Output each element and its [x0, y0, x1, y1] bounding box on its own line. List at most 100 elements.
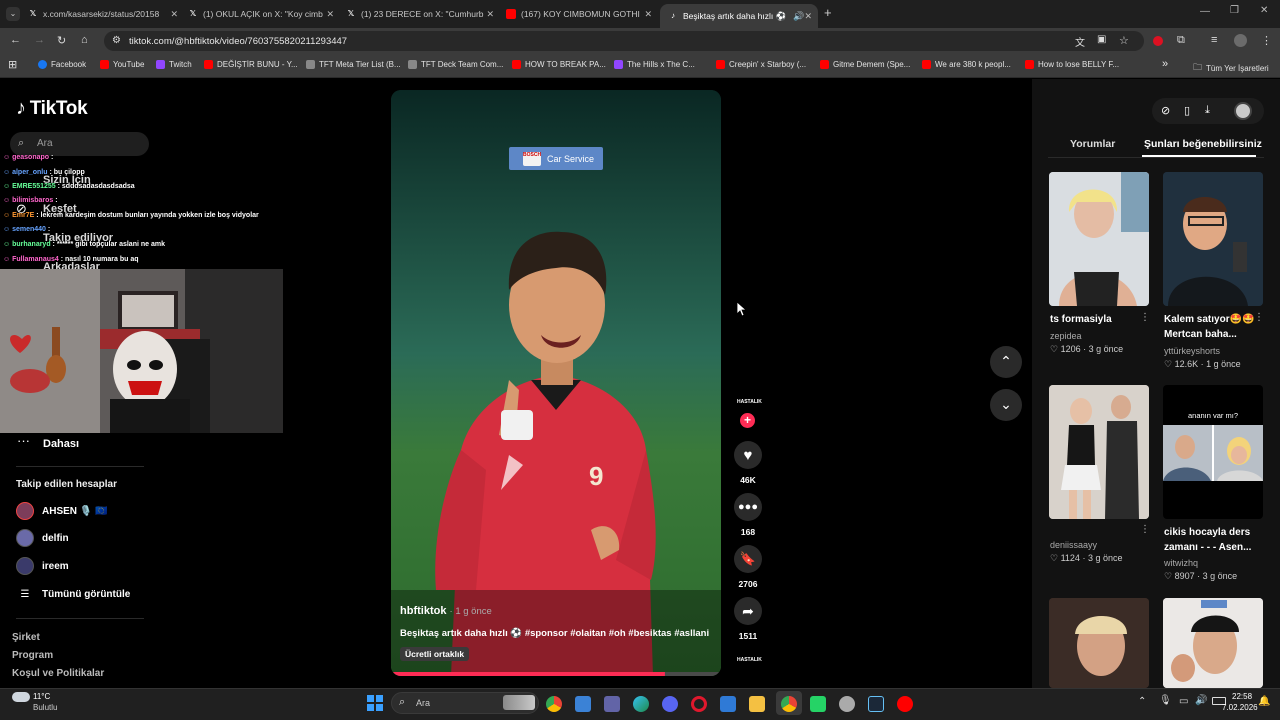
- clock-date[interactable]: 7.02.2026: [1222, 703, 1258, 712]
- weather-temperature[interactable]: 11°C: [33, 692, 50, 701]
- suggested-video-thumbnail[interactable]: ananın var mı?: [1163, 385, 1263, 519]
- tray-expand-icon[interactable]: ⌃: [1138, 696, 1146, 707]
- close-icon[interactable]: ✕: [170, 9, 178, 20]
- share-button[interactable]: ➦: [734, 597, 762, 625]
- bookmark-12[interactable]: How to lose BELLY F...: [1025, 60, 1119, 69]
- close-icon[interactable]: ✕: [644, 9, 652, 20]
- steam-icon[interactable]: [868, 696, 884, 712]
- discord-icon[interactable]: [662, 696, 678, 712]
- footer-link-program[interactable]: Program: [12, 650, 53, 661]
- following-account[interactable]: AHSEN 🎙️ 🇪🇺: [16, 502, 107, 520]
- comment-button[interactable]: ●●●: [734, 493, 762, 521]
- reload-icon[interactable]: ↻: [57, 34, 66, 47]
- close-icon[interactable]: ✕: [486, 9, 494, 20]
- url-text[interactable]: tiktok.com/@hbftiktok/video/760375582021…: [129, 36, 347, 47]
- store-icon[interactable]: [575, 696, 591, 712]
- like-button[interactable]: ♥: [734, 441, 762, 469]
- bookmark-9[interactable]: Creepin' x Starboy (...: [716, 60, 806, 69]
- tiktok-logo[interactable]: ♪ TikTok: [16, 97, 88, 120]
- bookmark-5[interactable]: TFT Meta Tier List (B...: [306, 60, 401, 69]
- tab-you-may-like[interactable]: Şunları beğenebilirsiniz: [1144, 138, 1262, 150]
- translate-icon[interactable]: 文: [1075, 34, 1085, 49]
- sidebar-item-more[interactable]: Dahası: [43, 438, 79, 450]
- user-avatar[interactable]: [1234, 102, 1252, 120]
- following-account[interactable]: delfin: [16, 529, 69, 547]
- suggested-video-thumbnail[interactable]: [1049, 385, 1149, 519]
- close-icon[interactable]: ✕: [804, 11, 812, 22]
- close-window-button[interactable]: ✕: [1260, 5, 1268, 16]
- close-icon[interactable]: ✕: [326, 9, 334, 20]
- video-author[interactable]: hbftiktok · 1 g önce: [400, 605, 492, 617]
- more-options-icon[interactable]: ⋮: [1254, 312, 1264, 323]
- forward-icon[interactable]: →: [34, 34, 45, 46]
- chrome-active-icon[interactable]: [781, 696, 797, 712]
- save-button[interactable]: 🔖: [734, 545, 762, 573]
- start-button[interactable]: [367, 695, 383, 711]
- suggested-video-title[interactable]: cikis hocayla ders zamanı - - - Asen...: [1164, 525, 1264, 555]
- site-info-icon[interactable]: ⚙: [112, 35, 121, 46]
- tab-comments[interactable]: Yorumlar: [1070, 138, 1115, 150]
- tab-3[interactable]: 𝕏 (1) 23 DERECE on X: "Cumhurb ✕: [346, 4, 494, 24]
- clock-time[interactable]: 22:58: [1232, 692, 1252, 701]
- network-icon[interactable]: ▭: [1179, 696, 1188, 707]
- bookmark-10[interactable]: Gitme Demem (Spe...: [820, 60, 910, 69]
- following-account[interactable]: ireem: [16, 557, 69, 575]
- suggested-video-title[interactable]: ts formasiyla: [1050, 312, 1150, 327]
- suggested-video-thumbnail[interactable]: [1049, 598, 1149, 688]
- more-options-icon[interactable]: ⋮: [1140, 524, 1150, 535]
- tab-5-active[interactable]: ♪ Beşiktaş artık daha hızlı ⚽ 🔊 ✕: [660, 4, 818, 28]
- youtube-music-icon[interactable]: [897, 696, 913, 712]
- follow-plus-button[interactable]: +: [740, 413, 755, 428]
- suggested-video-author[interactable]: yttürkeyshorts: [1164, 346, 1220, 356]
- more-bookmarks-button[interactable]: »: [1162, 58, 1168, 70]
- edge-icon[interactable]: [633, 696, 649, 712]
- all-bookmarks-folder[interactable]: 🗀 Tüm Yer İşaretleri: [1193, 60, 1269, 76]
- new-tab-button[interactable]: +: [824, 5, 832, 20]
- bookmark-facebook[interactable]: Facebook: [38, 60, 86, 69]
- compass-icon[interactable]: ⊘: [1161, 104, 1170, 117]
- profile-avatar[interactable]: [1234, 34, 1247, 47]
- tab-2[interactable]: 𝕏 (1) OKUL AÇIK on X: "Koy cimb ✕: [188, 4, 334, 24]
- video-player[interactable]: 9: [391, 90, 721, 676]
- search-input[interactable]: [10, 132, 149, 156]
- extension-red-icon[interactable]: [1153, 36, 1163, 46]
- suggested-video-author[interactable]: witwizhq: [1164, 558, 1198, 568]
- next-video-button[interactable]: ⌄: [990, 389, 1022, 421]
- bookmark-youtube[interactable]: YouTube: [100, 60, 144, 69]
- opera-icon[interactable]: [691, 696, 707, 712]
- menu-icon[interactable]: ⋮: [1261, 34, 1272, 47]
- more-options-icon[interactable]: ⋮: [1140, 312, 1150, 323]
- video-caption[interactable]: Beşiktaş artık daha hızlı ⚽ #sponsor #ol…: [400, 628, 720, 639]
- suggested-video-title[interactable]: Kalem satıyor🤩🤩Mertcan baha...: [1164, 312, 1264, 342]
- volume-icon[interactable]: 🔊: [1195, 695, 1207, 706]
- suggested-video-thumbnail[interactable]: [1163, 598, 1263, 688]
- tab-1[interactable]: 𝕏 x.com/kasarsekiz/status/20158 ✕: [28, 4, 178, 24]
- footer-link-company[interactable]: Şirket: [12, 632, 40, 643]
- chrome-icon[interactable]: [546, 696, 562, 712]
- teams-icon[interactable]: [604, 696, 620, 712]
- tab-search-button[interactable]: ⌄: [6, 7, 20, 21]
- microphone-icon[interactable]: 🎙: [1159, 695, 1172, 706]
- app-icon[interactable]: [839, 696, 855, 712]
- home-icon[interactable]: ⌂: [81, 34, 88, 46]
- install-app-icon[interactable]: ▣: [1097, 34, 1106, 45]
- extensions-icon[interactable]: ⧉: [1177, 34, 1185, 47]
- download-icon[interactable]: ⤓: [1205, 104, 1210, 117]
- suggested-video-thumbnail[interactable]: [1163, 172, 1263, 306]
- ad-banner[interactable]: BOSCH Car Service: [509, 147, 603, 170]
- whatsapp-icon[interactable]: [810, 696, 826, 712]
- tab-4[interactable]: (167) KOY CIMBOMUN GOTHI ✕: [506, 4, 652, 24]
- suggested-video-author[interactable]: zepidea: [1050, 331, 1082, 341]
- video-progress-fill[interactable]: [391, 672, 665, 676]
- minimize-button[interactable]: —: [1200, 6, 1210, 17]
- restore-button[interactable]: ❐: [1230, 5, 1239, 16]
- device-icon[interactable]: ▯: [1184, 104, 1190, 117]
- notification-icon[interactable]: 🔔: [1258, 696, 1270, 707]
- bookmark-7[interactable]: HOW TO BREAK PA...: [512, 60, 606, 69]
- footer-link-terms[interactable]: Koşul ve Politikalar: [12, 668, 104, 679]
- suggested-video-author[interactable]: deniissaayy: [1050, 540, 1097, 550]
- back-icon[interactable]: ←: [10, 34, 21, 46]
- bookmark-4[interactable]: DEĞİŞTİR BUNU - Y...: [204, 60, 298, 69]
- bookmark-6[interactable]: TFT Deck Team Com...: [408, 60, 503, 69]
- speaker-icon[interactable]: 🔊: [793, 11, 804, 22]
